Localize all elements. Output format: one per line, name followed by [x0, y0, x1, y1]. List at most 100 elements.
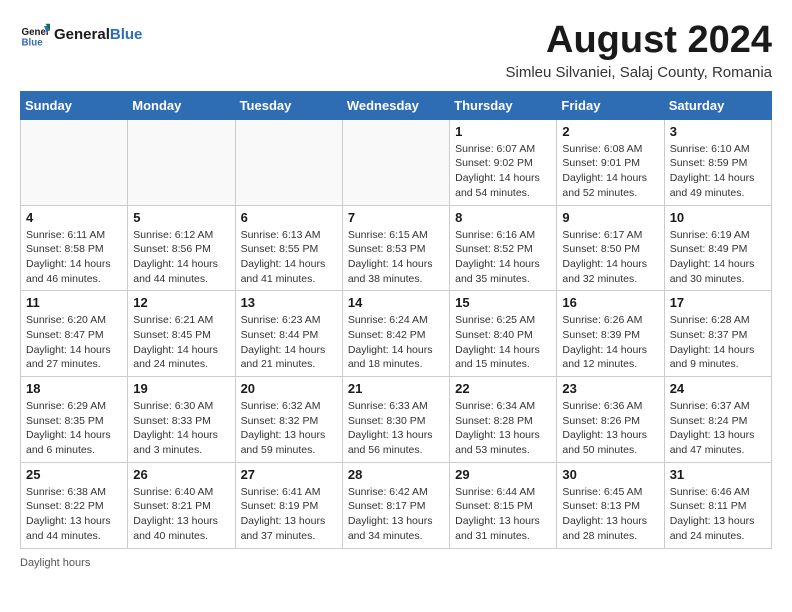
day-info: Sunrise: 6:37 AM Sunset: 8:24 PM Dayligh… — [670, 399, 766, 458]
month-title: August 2024 — [505, 20, 772, 62]
day-number: 23 — [562, 381, 658, 396]
calendar-cell — [128, 119, 235, 205]
day-number: 12 — [133, 295, 229, 310]
day-info: Sunrise: 6:16 AM Sunset: 8:52 PM Dayligh… — [455, 228, 551, 287]
calendar-cell: 24Sunrise: 6:37 AM Sunset: 8:24 PM Dayli… — [664, 377, 771, 463]
day-info: Sunrise: 6:32 AM Sunset: 8:32 PM Dayligh… — [241, 399, 337, 458]
calendar-header-friday: Friday — [557, 91, 664, 119]
day-info: Sunrise: 6:08 AM Sunset: 9:01 PM Dayligh… — [562, 142, 658, 201]
day-number: 11 — [26, 295, 122, 310]
day-number: 3 — [670, 124, 766, 139]
calendar-cell: 10Sunrise: 6:19 AM Sunset: 8:49 PM Dayli… — [664, 205, 771, 291]
calendar-cell: 28 Sunrise: 6:42 AM Sunset: 8:17 PM Dayli… — [342, 462, 449, 548]
calendar-cell: 30 Sunrise: 6:45 AM Sunset: 8:13 PM Dayli… — [557, 462, 664, 548]
day-number: 22 — [455, 381, 551, 396]
day-number: 20 — [241, 381, 337, 396]
day-number: 26 — [133, 467, 229, 482]
day-number: 13 — [241, 295, 337, 310]
day-info: Sunrise: 6:34 AM Sunset: 8:28 PM Dayligh… — [455, 399, 551, 458]
day-info: Sunrise: 6:40 AM Sunset: 8:21 PM Dayligh… — [133, 485, 229, 544]
day-info: Sunrise: 6:45 AM Sunset: 8:13 PM Dayligh… — [562, 485, 658, 544]
calendar-cell: 18Sunrise: 6:29 AM Sunset: 8:35 PM Dayli… — [21, 377, 128, 463]
day-info: Sunrise: 6:44 AM Sunset: 8:15 PM Dayligh… — [455, 485, 551, 544]
location-subtitle: Simleu Silvaniei, Salaj County, Romania — [505, 64, 772, 81]
calendar-cell: 6 Sunrise: 6:13 AM Sunset: 8:55 PM Daylig… — [235, 205, 342, 291]
day-info: Sunrise: 6:36 AM Sunset: 8:26 PM Dayligh… — [562, 399, 658, 458]
calendar-cell: 4Sunrise: 6:11 AM Sunset: 8:58 PM Daylig… — [21, 205, 128, 291]
calendar-cell: 20 Sunrise: 6:32 AM Sunset: 8:32 PM Dayli… — [235, 377, 342, 463]
day-number: 21 — [348, 381, 444, 396]
day-number: 6 — [241, 210, 337, 225]
day-info: Sunrise: 6:20 AM Sunset: 8:47 PM Dayligh… — [26, 313, 122, 372]
calendar-cell: 8 Sunrise: 6:16 AM Sunset: 8:52 PM Daylig… — [450, 205, 557, 291]
calendar-cell: 9 Sunrise: 6:17 AM Sunset: 8:50 PM Daylig… — [557, 205, 664, 291]
calendar-header-wednesday: Wednesday — [342, 91, 449, 119]
calendar-cell: 7 Sunrise: 6:15 AM Sunset: 8:53 PM Daylig… — [342, 205, 449, 291]
day-number: 27 — [241, 467, 337, 482]
day-number: 15 — [455, 295, 551, 310]
day-info: Sunrise: 6:15 AM Sunset: 8:53 PM Dayligh… — [348, 228, 444, 287]
day-number: 17 — [670, 295, 766, 310]
calendar-cell: 17 Sunrise: 6:28 AM Sunset: 8:37 PM Dayli… — [664, 291, 771, 377]
day-info: Sunrise: 6:25 AM Sunset: 8:40 PM Dayligh… — [455, 313, 551, 372]
logo: General Blue GeneralBlue — [20, 20, 142, 50]
calendar-header-saturday: Saturday — [664, 91, 771, 119]
day-number: 19 — [133, 381, 229, 396]
day-info: Sunrise: 6:10 AM Sunset: 8:59 PM Dayligh… — [670, 142, 766, 201]
day-number: 16 — [562, 295, 658, 310]
day-number: 25 — [26, 467, 122, 482]
calendar-cell: 13Sunrise: 6:23 AM Sunset: 8:44 PM Dayli… — [235, 291, 342, 377]
calendar-cell: 23 Sunrise: 6:36 AM Sunset: 8:26 PM Dayli… — [557, 377, 664, 463]
day-info: Sunrise: 6:46 AM Sunset: 8:11 PM Dayligh… — [670, 485, 766, 544]
day-number: 5 — [133, 210, 229, 225]
day-info: Sunrise: 6:13 AM Sunset: 8:55 PM Dayligh… — [241, 228, 337, 287]
calendar-cell: 11 Sunrise: 6:20 AM Sunset: 8:47 PM Dayli… — [21, 291, 128, 377]
day-info: Sunrise: 6:28 AM Sunset: 8:37 PM Dayligh… — [670, 313, 766, 372]
footer-note: Daylight hours — [20, 557, 772, 569]
calendar-cell: 26 Sunrise: 6:40 AM Sunset: 8:21 PM Dayli… — [128, 462, 235, 548]
day-number: 14 — [348, 295, 444, 310]
header: General Blue GeneralBlue August 2024 Sim… — [20, 20, 772, 81]
calendar-cell: 25 Sunrise: 6:38 AM Sunset: 8:22 PM Dayli… — [21, 462, 128, 548]
calendar: SundayMondayTuesdayWednesdayThursdayFrid… — [20, 91, 772, 549]
calendar-week-row: 1Sunrise: 6:07 AM Sunset: 9:02 PM Daylig… — [21, 119, 772, 205]
calendar-cell: 14Sunrise: 6:24 AM Sunset: 8:42 PM Dayli… — [342, 291, 449, 377]
calendar-header-thursday: Thursday — [450, 91, 557, 119]
day-info: Sunrise: 6:11 AM Sunset: 8:58 PM Dayligh… — [26, 228, 122, 287]
calendar-week-row: 4Sunrise: 6:11 AM Sunset: 8:58 PM Daylig… — [21, 205, 772, 291]
logo-general: General — [54, 26, 110, 43]
calendar-cell: 12 Sunrise: 6:21 AM Sunset: 8:45 PM Dayli… — [128, 291, 235, 377]
calendar-cell: 5 Sunrise: 6:12 AM Sunset: 8:56 PM Daylig… — [128, 205, 235, 291]
day-info: Sunrise: 6:19 AM Sunset: 8:49 PM Dayligh… — [670, 228, 766, 287]
day-number: 8 — [455, 210, 551, 225]
calendar-week-row: 11 Sunrise: 6:20 AM Sunset: 8:47 PM Dayli… — [21, 291, 772, 377]
day-info: Sunrise: 6:21 AM Sunset: 8:45 PM Dayligh… — [133, 313, 229, 372]
svg-text:Blue: Blue — [22, 38, 44, 49]
day-info: Sunrise: 6:41 AM Sunset: 8:19 PM Dayligh… — [241, 485, 337, 544]
day-info: Sunrise: 6:30 AM Sunset: 8:33 PM Dayligh… — [133, 399, 229, 458]
day-info: Sunrise: 6:29 AM Sunset: 8:35 PM Dayligh… — [26, 399, 122, 458]
day-number: 7 — [348, 210, 444, 225]
calendar-cell — [342, 119, 449, 205]
calendar-header-monday: Monday — [128, 91, 235, 119]
calendar-cell: 29Sunrise: 6:44 AM Sunset: 8:15 PM Dayli… — [450, 462, 557, 548]
day-info: Sunrise: 6:12 AM Sunset: 8:56 PM Dayligh… — [133, 228, 229, 287]
day-number: 30 — [562, 467, 658, 482]
calendar-cell: 21Sunrise: 6:33 AM Sunset: 8:30 PM Dayli… — [342, 377, 449, 463]
day-number: 28 — [348, 467, 444, 482]
calendar-cell: 22 Sunrise: 6:34 AM Sunset: 8:28 PM Dayli… — [450, 377, 557, 463]
calendar-cell: 2 Sunrise: 6:08 AM Sunset: 9:01 PM Daylig… — [557, 119, 664, 205]
day-number: 9 — [562, 210, 658, 225]
day-info: Sunrise: 6:38 AM Sunset: 8:22 PM Dayligh… — [26, 485, 122, 544]
day-info: Sunrise: 6:42 AM Sunset: 8:17 PM Dayligh… — [348, 485, 444, 544]
calendar-cell: 19 Sunrise: 6:30 AM Sunset: 8:33 PM Dayli… — [128, 377, 235, 463]
logo-blue: Blue — [110, 26, 143, 43]
day-number: 2 — [562, 124, 658, 139]
calendar-cell: 1Sunrise: 6:07 AM Sunset: 9:02 PM Daylig… — [450, 119, 557, 205]
calendar-cell: 27 Sunrise: 6:41 AM Sunset: 8:19 PM Dayli… — [235, 462, 342, 548]
day-number: 31 — [670, 467, 766, 482]
calendar-week-row: 25 Sunrise: 6:38 AM Sunset: 8:22 PM Dayli… — [21, 462, 772, 548]
calendar-cell: 15 Sunrise: 6:25 AM Sunset: 8:40 PM Dayli… — [450, 291, 557, 377]
calendar-cell — [235, 119, 342, 205]
day-info: Sunrise: 6:17 AM Sunset: 8:50 PM Dayligh… — [562, 228, 658, 287]
